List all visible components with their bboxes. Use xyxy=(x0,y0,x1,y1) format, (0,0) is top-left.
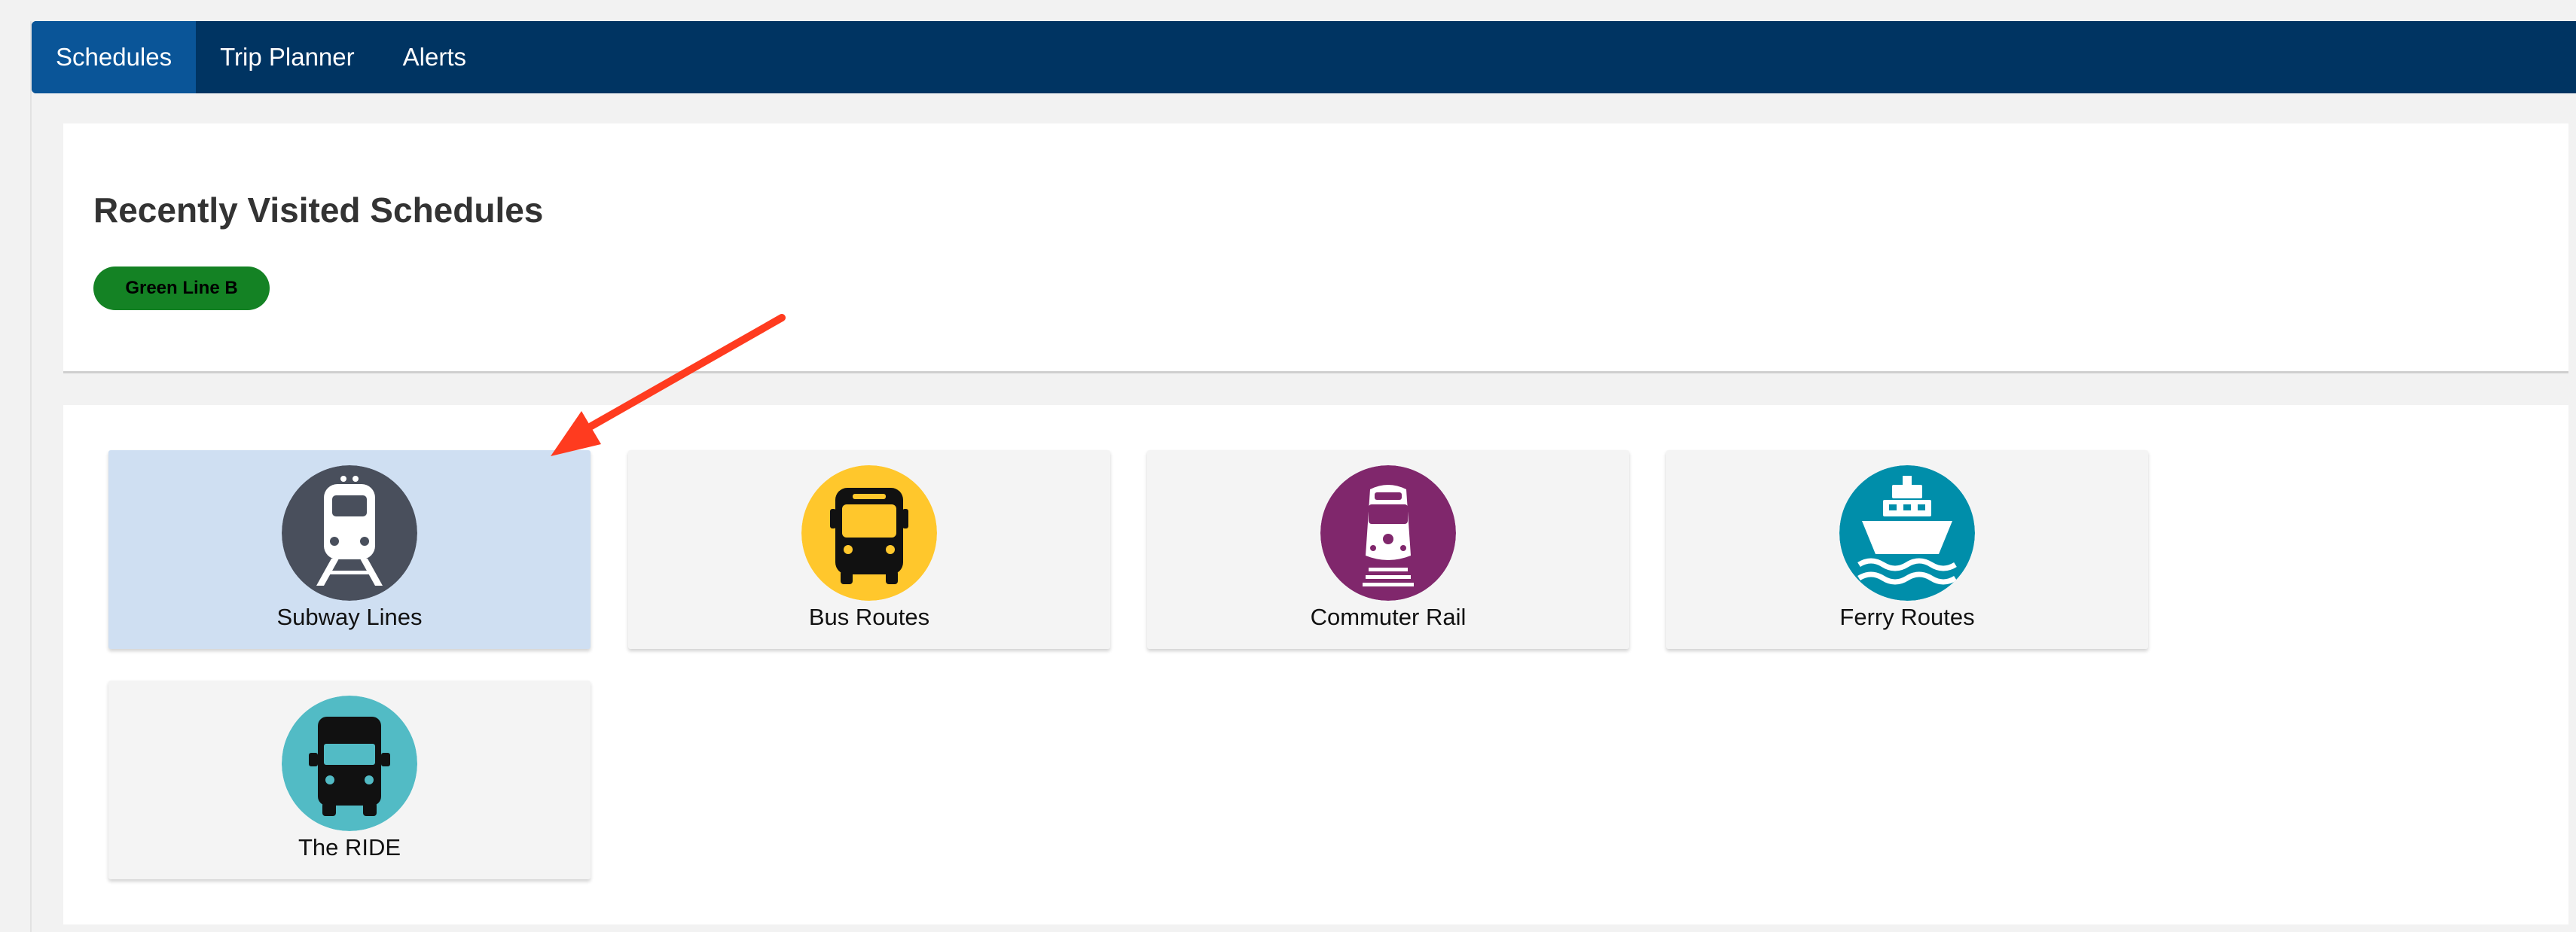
tab-alerts[interactable]: Alerts xyxy=(379,21,490,93)
mode-card-commuter-rail[interactable]: Commuter Rail xyxy=(1147,450,1629,649)
mode-card-the-ride[interactable]: The RIDE xyxy=(108,681,591,879)
commuter-rail-icon xyxy=(1320,465,1456,601)
tab-trip-planner[interactable]: Trip Planner xyxy=(196,21,379,93)
bus-icon xyxy=(801,465,937,601)
mode-label-the-ride: The RIDE xyxy=(298,834,401,860)
mode-card-bus[interactable]: Bus Routes xyxy=(628,450,1110,649)
mode-label-ferry: Ferry Routes xyxy=(1839,604,1975,630)
tab-schedules[interactable]: Schedules xyxy=(32,21,197,93)
recent-schedule-green-line-b[interactable]: Green Line B xyxy=(93,267,270,310)
ferry-icon xyxy=(1839,465,1975,601)
transit-modes-panel: Subway Lines Bus Routes Commuter Rail Fe… xyxy=(63,405,2568,924)
recently-visited-title: Recently Visited Schedules xyxy=(93,190,544,230)
top-navigation: Schedules Trip Planner Alerts xyxy=(32,21,2576,93)
mode-label-commuter-rail: Commuter Rail xyxy=(1310,604,1467,630)
subway-icon xyxy=(282,465,417,601)
ride-van-icon xyxy=(282,696,417,831)
mode-card-subway[interactable]: Subway Lines xyxy=(108,450,591,649)
recently-visited-panel: Recently Visited Schedules Green Line B xyxy=(63,123,2568,373)
mode-label-subway: Subway Lines xyxy=(276,604,423,630)
mode-card-ferry[interactable]: Ferry Routes xyxy=(1666,450,2148,649)
mode-label-bus: Bus Routes xyxy=(808,604,930,630)
